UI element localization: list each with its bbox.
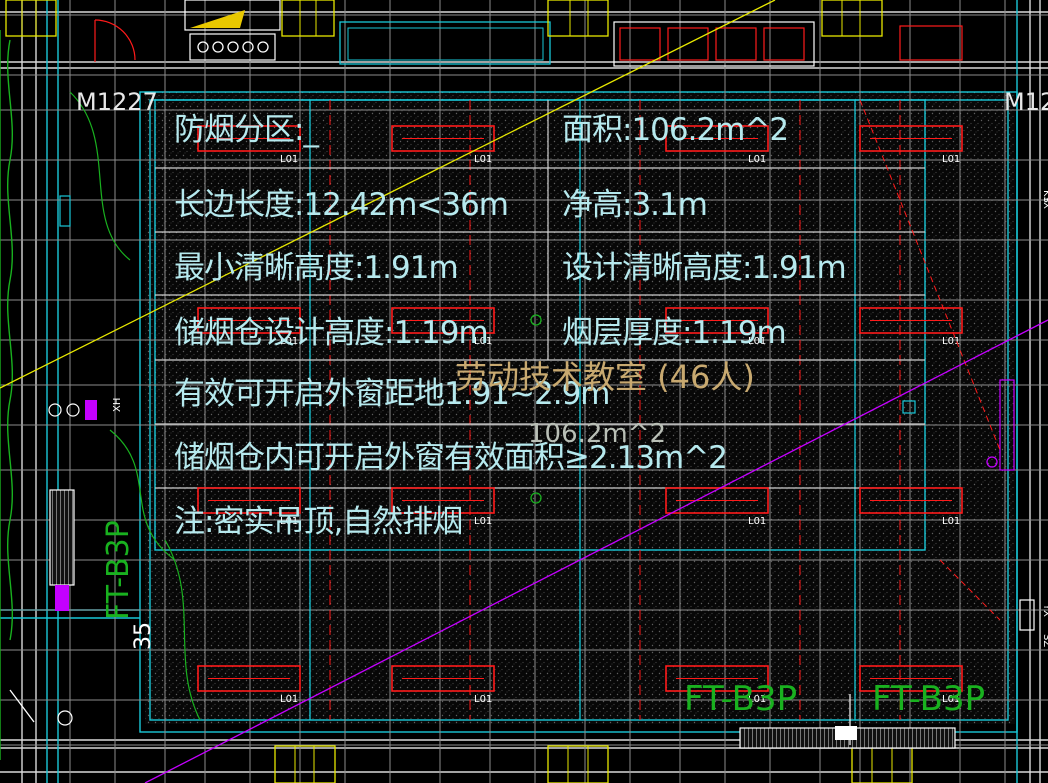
vertical-vent-label: FT-B3P xyxy=(101,520,136,620)
table-row-4-left: 储烟仓设计高度:1.19m xyxy=(174,315,488,351)
light-fixture-label: L01 xyxy=(748,154,766,165)
small-tag-xh: XH xyxy=(112,398,123,412)
light-fixture-label: L01 xyxy=(280,154,298,165)
room-name: 劳动技术教室 (46人) xyxy=(455,358,755,396)
door-tag-right: M122 xyxy=(1004,88,1048,116)
cad-drawing-canvas[interactable]: L01 L01 L01 L01L01 L01 L01 L01L01 L01 L01 L01L01 L… xyxy=(0,0,1048,783)
light-fixture-label: L01 xyxy=(474,154,492,165)
light-fixture-label: L01 xyxy=(942,336,960,347)
table-row-1-right: 面积:106.2m^2 xyxy=(562,112,788,148)
table-row-3-left: 最小清晰高度:1.91m xyxy=(174,250,458,286)
vent-label-2: FT-B3P xyxy=(872,679,985,719)
room-area: 106.2m^2 xyxy=(528,419,666,449)
dimension-label: 35 xyxy=(131,622,156,650)
small-tag-sz: SZ xyxy=(1041,634,1048,647)
vent-label-1: FT-B3P xyxy=(684,679,797,719)
light-fixture-label: L01 xyxy=(474,694,492,705)
table-row-1-left: 防烟分区:_ xyxy=(174,112,319,148)
light-fixture-label: L01 xyxy=(748,516,766,527)
light-fixture-label: L01 xyxy=(280,694,298,705)
small-tag-yx-1: YX xyxy=(1041,195,1048,209)
table-row-3-right: 设计清晰高度:1.91m xyxy=(562,250,846,286)
table-row-2-left: 长边长度:12.42m<36m xyxy=(174,187,508,223)
light-fixture-label: L01 xyxy=(942,154,960,165)
light-fixture-label: L01 xyxy=(474,516,492,527)
table-row-4-right: 烟层厚度:1.19m xyxy=(562,315,786,351)
small-tag-yx-2: YX xyxy=(1041,603,1048,617)
door-tag-left: M1227 xyxy=(76,88,158,116)
table-row-2-right: 净高:3.1m xyxy=(562,187,707,223)
light-fixture-label: L01 xyxy=(942,516,960,527)
table-row-7-left: 注:密实吊顶,自然排烟 xyxy=(174,504,462,540)
